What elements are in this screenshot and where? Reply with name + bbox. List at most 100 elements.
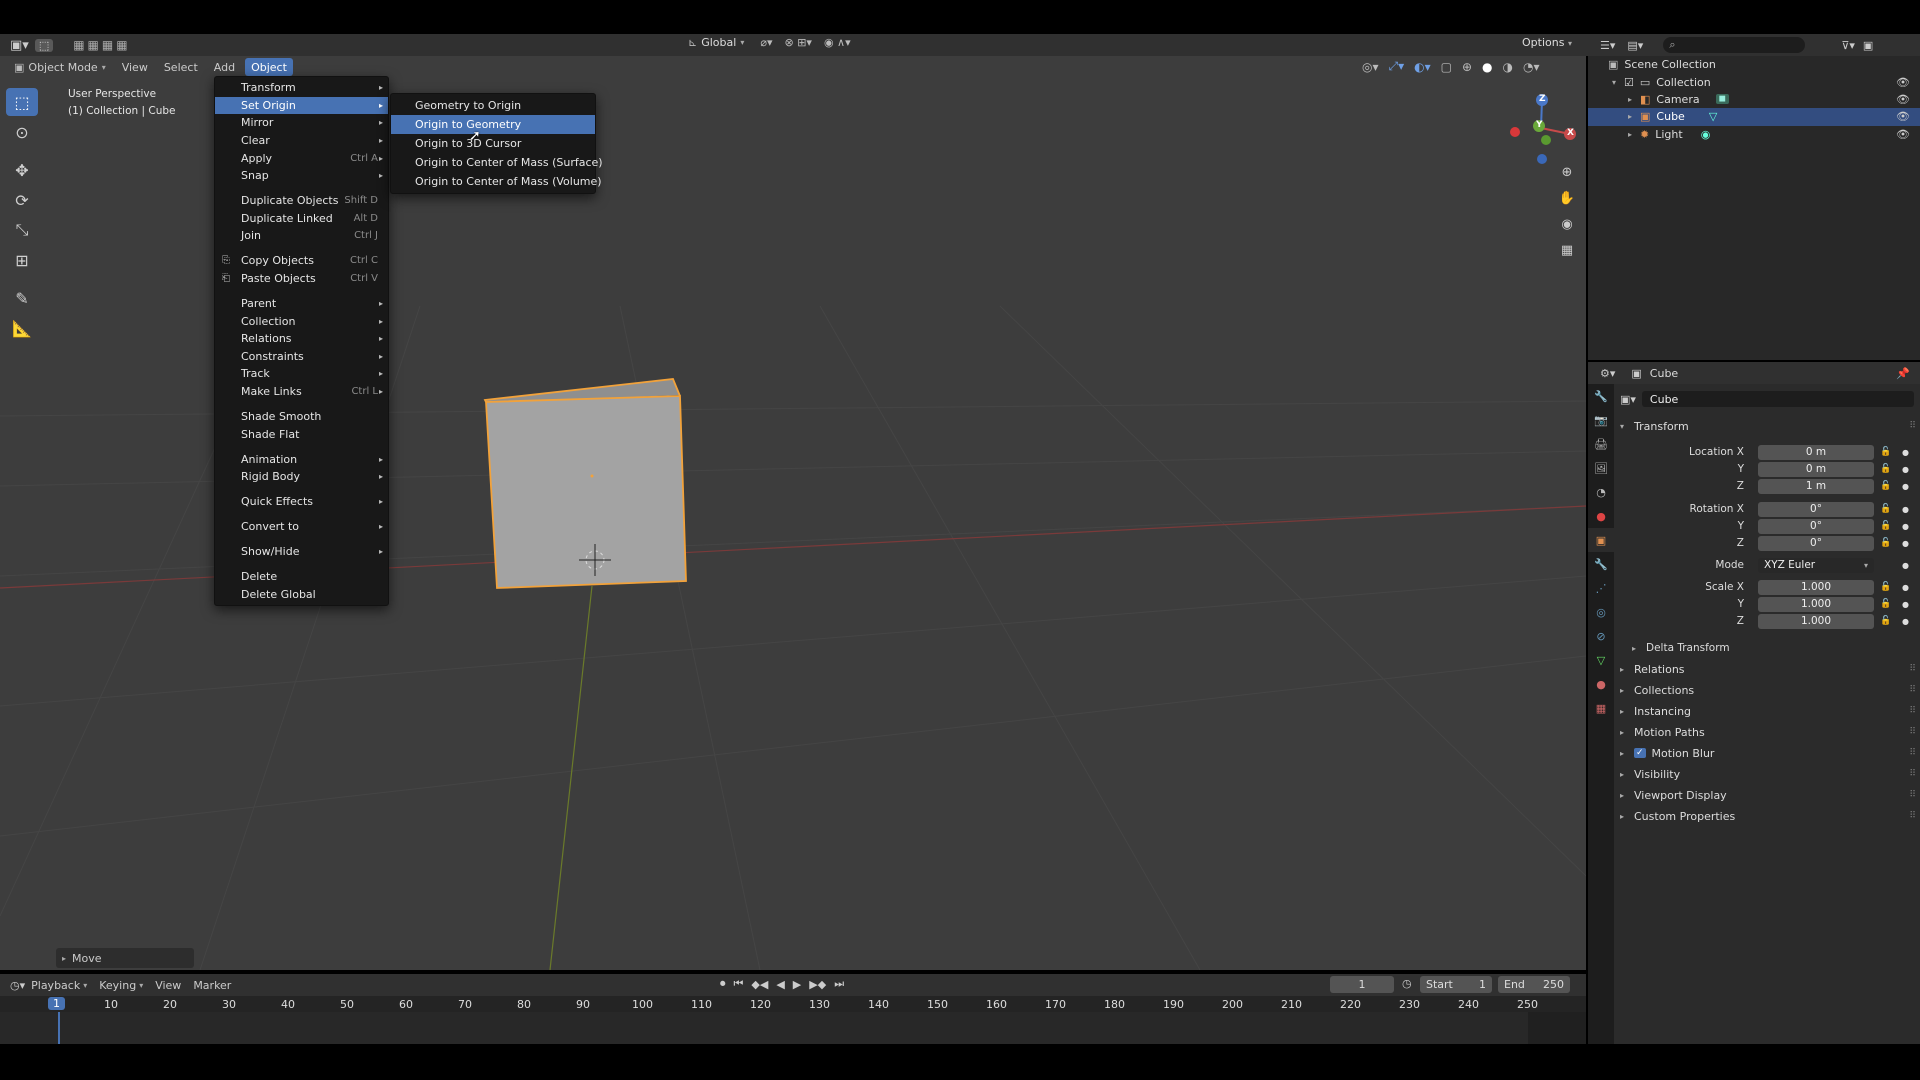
instancing-panel-header[interactable]: ▸ Instancing ⠿ — [1620, 701, 1920, 721]
motion-paths-panel-header[interactable]: ▸ Motion Paths ⠿ — [1620, 722, 1920, 742]
outliner-item-camera[interactable]: ▸ ◧ Camera ◼ 👁 — [1588, 91, 1920, 108]
lock-icon[interactable]: 🔓 — [1880, 538, 1891, 548]
menu-item-shade-smooth[interactable]: Shade Smooth — [215, 408, 388, 426]
outliner-search-input[interactable]: ⌕ — [1663, 37, 1806, 53]
play-reverse-icon[interactable]: ◀ — [776, 978, 784, 991]
last-operator-panel[interactable]: ▸ Move — [56, 948, 194, 968]
output-tab-icon[interactable]: 🖨 — [1588, 432, 1614, 456]
motion-blur-panel-header[interactable]: ▸ ✓ Motion Blur ⠿ — [1620, 743, 1920, 763]
object-tab-icon[interactable]: ▣ — [1588, 528, 1614, 552]
particles-tab-icon[interactable]: ⋰ — [1588, 576, 1614, 600]
visibility-panel-header[interactable]: ▸ Visibility ⠿ — [1620, 764, 1920, 784]
drag-handle-icon[interactable]: ⠿ — [1909, 664, 1916, 674]
checkbox-icon[interactable]: ☑ — [1624, 76, 1634, 89]
selection-mode-icons[interactable]: ▦▦▦▦ — [73, 38, 130, 52]
menu-item-join[interactable]: Join Ctrl J — [215, 227, 388, 245]
snap-icon[interactable]: ⊗ ⊞▾ — [784, 36, 811, 49]
rotation-mode-dropdown[interactable]: XYZ Euler ▾ — [1758, 557, 1874, 573]
menu-item-track[interactable]: Track ▸ — [215, 365, 388, 383]
record-icon[interactable]: ⏺ — [720, 977, 726, 991]
tool-tab-icon[interactable]: 🔧 — [1588, 384, 1614, 408]
lock-icon[interactable]: 🔓 — [1880, 447, 1891, 457]
lock-icon[interactable]: 🔓 — [1880, 599, 1891, 609]
drag-handle-icon[interactable]: ⠿ — [1909, 706, 1916, 716]
overlay-toggle-icon[interactable]: ◐▾ — [1414, 60, 1431, 74]
next-keyframe-icon[interactable]: ▶◆ — [809, 978, 826, 991]
material-shading-icon[interactable]: ◑ — [1503, 60, 1513, 74]
object-name-field[interactable]: Cube — [1641, 391, 1914, 407]
object-type-icon[interactable]: ▣▾ — [1620, 393, 1636, 406]
menu-item-relations[interactable]: Relations ▸ — [215, 330, 388, 348]
keyframe-dot-icon[interactable]: ● — [1902, 448, 1909, 457]
location-x-field[interactable]: 0 m — [1758, 444, 1874, 460]
outliner-item-light[interactable]: ▸ ✹ Light ◉ 👁 — [1588, 126, 1920, 143]
menu-item-constraints[interactable]: Constraints ▸ — [215, 347, 388, 365]
display-mode-icon[interactable]: ▤▾ — [1627, 39, 1643, 52]
menu-item-animation[interactable]: Animation ▸ — [215, 450, 388, 468]
drag-handle-icon[interactable]: ⠿ — [1909, 769, 1916, 779]
menu-item-origin-to-com-volume[interactable]: Origin to Center of Mass (Volume) — [391, 172, 602, 191]
modifier-tab-icon[interactable]: 🔧 — [1588, 552, 1614, 576]
rotation-y-field[interactable]: 0° — [1758, 518, 1874, 534]
rotate-tool-icon[interactable]: ⟳ — [6, 186, 38, 214]
menu-item-clear[interactable]: Clear ▸ — [215, 132, 388, 150]
menu-item-show-hide[interactable]: Show/Hide ▸ — [215, 543, 388, 561]
keyframe-dot-icon[interactable]: ● — [1902, 600, 1909, 609]
pivot-icon[interactable]: ⌀▾ — [760, 36, 772, 49]
editor-type-icon[interactable]: ◷▾ — [10, 979, 25, 992]
scale-x-field[interactable]: 1.000 — [1758, 579, 1874, 595]
rotation-x-field[interactable]: 0° — [1758, 501, 1874, 517]
lock-icon[interactable]: 🔓 — [1880, 582, 1891, 592]
drag-handle-icon[interactable]: ⠿ — [1909, 790, 1916, 800]
prev-keyframe-icon[interactable]: ◆◀ — [751, 978, 768, 991]
drag-handle-icon[interactable]: ⠿ — [1909, 748, 1916, 758]
menu-item-parent[interactable]: Parent ▸ — [215, 295, 388, 313]
annotate-tool-icon[interactable]: ✎ — [6, 284, 38, 312]
timeline-menu-keying[interactable]: Keying ▾ — [93, 976, 149, 994]
menu-item-delete[interactable]: Delete — [215, 568, 388, 586]
eye-icon[interactable]: 👁 — [1896, 128, 1910, 141]
menu-view[interactable]: View — [116, 58, 154, 76]
visibility-icon[interactable]: ◎▾ — [1362, 60, 1379, 74]
timeline-menu-playback[interactable]: Playback ▾ — [25, 976, 93, 994]
keyframe-dot-icon[interactable]: ● — [1902, 522, 1909, 531]
menu-item-snap[interactable]: Snap ▸ — [215, 167, 388, 185]
drag-handle-icon[interactable]: ⠿ — [1909, 421, 1916, 431]
pin-icon[interactable]: 📌 — [1896, 367, 1910, 380]
menu-item-origin-to-geometry[interactable]: Origin to Geometry — [391, 115, 595, 134]
play-icon[interactable]: ▶ — [793, 978, 801, 991]
options-button[interactable]: Options ▾ — [1522, 36, 1572, 49]
new-collection-icon[interactable]: ▣ — [1863, 39, 1873, 52]
menu-item-origin-to-com-surface[interactable]: Origin to Center of Mass (Surface) — [391, 153, 603, 172]
menu-item-apply[interactable]: Apply Ctrl A ▸ — [215, 149, 388, 167]
filter-icon[interactable]: ⊽▾ — [1841, 39, 1855, 52]
world-tab-icon[interactable]: ● — [1588, 504, 1614, 528]
editor-type-icon[interactable]: ☰▾ — [1600, 39, 1615, 52]
menu-object[interactable]: Object — [245, 58, 293, 76]
current-frame-field[interactable]: 1 — [1330, 976, 1394, 993]
playhead-frame-badge[interactable]: 1 — [48, 997, 65, 1010]
menu-item-set-origin[interactable]: Set Origin ▸ — [215, 96, 388, 115]
menu-item-geometry-to-origin[interactable]: Geometry to Origin — [391, 96, 595, 115]
editor-type-icon[interactable]: ⚙▾ — [1600, 367, 1615, 380]
delta-transform-subpanel[interactable]: ▸ Delta Transform — [1632, 638, 1920, 658]
pan-hand-icon[interactable]: ✋ — [1554, 186, 1580, 212]
menu-item-quick-effects[interactable]: Quick Effects ▸ — [215, 493, 388, 511]
keyframe-dot-icon[interactable]: ● — [1902, 505, 1909, 514]
eye-icon[interactable]: 👁 — [1896, 110, 1910, 123]
menu-item-convert-to[interactable]: Convert to ▸ — [215, 518, 388, 536]
outliner-collection[interactable]: ▾ ☑ ▭ Collection 👁 — [1588, 73, 1920, 90]
keyframe-dot-icon[interactable]: ● — [1902, 583, 1909, 592]
transform-panel-header[interactable]: ▾ Transform ⠿ — [1620, 416, 1920, 436]
texture-tab-icon[interactable]: ▦ — [1588, 696, 1614, 720]
menu-item-shade-flat[interactable]: Shade Flat — [215, 425, 388, 443]
select-box-tool-icon[interactable]: ⬚ — [6, 88, 38, 116]
relations-panel-header[interactable]: ▸ Relations ⠿ — [1620, 659, 1920, 679]
lock-icon[interactable]: 🔓 — [1880, 464, 1891, 474]
proportional-edit-icon[interactable]: ◉ ∧▾ — [824, 36, 851, 49]
outliner-scene-collection[interactable]: ▣ Scene Collection — [1588, 56, 1920, 73]
lock-icon[interactable]: 🔓 — [1880, 504, 1891, 514]
cube-object[interactable] — [483, 378, 687, 589]
menu-item-duplicate-linked[interactable]: Duplicate Linked Alt D — [215, 210, 388, 228]
drag-handle-icon[interactable]: ⠿ — [1909, 727, 1916, 737]
